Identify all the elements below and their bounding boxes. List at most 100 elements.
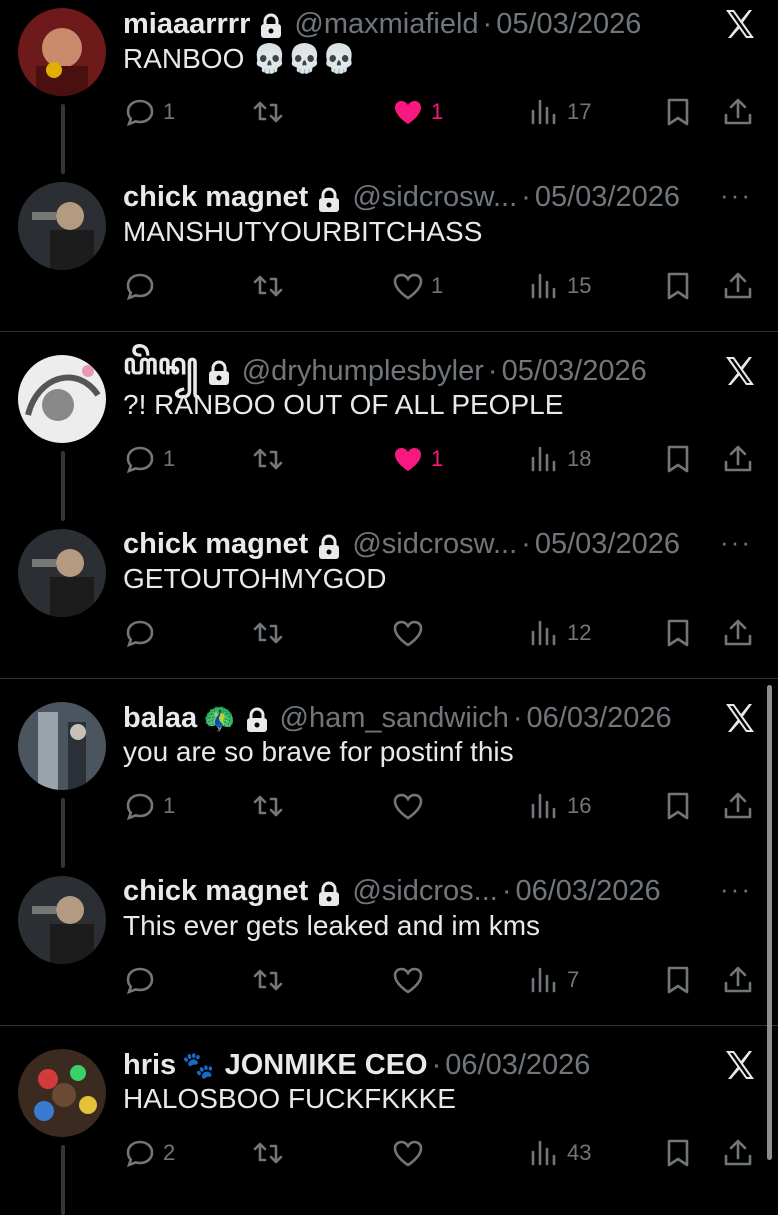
handle[interactable]: @sidcros...	[352, 875, 497, 908]
tweet[interactable]: chick magnet @sidcros... · 06/03/2026 ··…	[0, 868, 778, 1042]
share-button[interactable]	[721, 1133, 755, 1173]
heart-icon	[395, 448, 421, 471]
retweet-button[interactable]	[251, 613, 291, 653]
bookmark-button[interactable]	[661, 439, 695, 479]
scrollbar[interactable]	[767, 685, 772, 1160]
share-icon	[724, 966, 752, 992]
avatar[interactable]	[18, 528, 106, 617]
like-button[interactable]	[391, 613, 431, 653]
reply-button[interactable]	[123, 960, 163, 1000]
retweet-button[interactable]	[251, 960, 291, 1000]
like-count: 1	[431, 446, 444, 471]
views-button[interactable]: 17	[527, 92, 591, 132]
bookmark-button[interactable]	[661, 92, 695, 132]
avatar[interactable]	[18, 8, 106, 96]
retweet-button[interactable]	[251, 92, 291, 132]
handle[interactable]: @sidcrosw...	[352, 181, 517, 214]
x-logo-icon[interactable]	[722, 6, 758, 42]
more-icon[interactable]: ···	[720, 527, 752, 558]
retweet-button[interactable]	[251, 439, 291, 479]
views-count: 18	[567, 446, 592, 471]
avatar[interactable]	[18, 875, 106, 964]
tweet[interactable]: chick magnet @sidcrosw... · 05/03/2026 ·…	[0, 174, 778, 348]
tweet[interactable]: miaaarrrr @maxmiafield · 05/03/2026 RANB…	[0, 0, 778, 174]
handle[interactable]: @dryhumplesbyler	[242, 355, 484, 388]
retweet-button[interactable]	[251, 1133, 291, 1173]
bookmark-button[interactable]	[661, 960, 695, 1000]
views-button[interactable]: 43	[527, 1133, 591, 1173]
bookmark-button[interactable]	[661, 786, 695, 826]
retweet-button[interactable]	[251, 266, 291, 306]
avatar[interactable]	[18, 181, 106, 270]
share-button[interactable]	[721, 92, 755, 132]
share-button[interactable]	[721, 266, 755, 306]
lock-icon	[246, 707, 268, 733]
timestamp[interactable]: 05/03/2026	[535, 181, 680, 214]
avatar[interactable]	[18, 355, 106, 443]
views-button[interactable]: 15	[527, 266, 591, 306]
heart-icon	[393, 967, 423, 994]
timestamp[interactable]: 05/03/2026	[502, 355, 647, 388]
display-name[interactable]: chick magnet	[123, 528, 308, 561]
like-button[interactable]: 1	[391, 266, 443, 306]
display-name[interactable]: balaa	[123, 702, 197, 735]
reply-button[interactable]: 1	[123, 92, 175, 132]
reply-button[interactable]: 2	[123, 1133, 175, 1173]
share-button[interactable]	[721, 439, 755, 479]
display-name[interactable]: miaaarrrr	[123, 8, 250, 41]
tweet-header: miaaarrrr @maxmiafield · 05/03/2026	[123, 6, 718, 42]
display-name[interactable]: hris	[123, 1049, 176, 1082]
bookmark-button[interactable]	[661, 613, 695, 653]
views-button[interactable]: 12	[527, 613, 591, 653]
tweet-header: hris 🐾 JONMIKE CEO · 06/03/2026	[123, 1047, 718, 1083]
x-logo-icon[interactable]	[722, 700, 758, 736]
tweet[interactable]: balaa 🦚 @ham_sandwiich · 06/03/2026 you …	[0, 694, 778, 868]
bookmark-button[interactable]	[661, 1133, 695, 1173]
more-icon[interactable]: ···	[720, 874, 752, 905]
handle[interactable]: @sidcrosw...	[352, 528, 517, 561]
reply-button[interactable]	[123, 266, 163, 306]
share-button[interactable]	[721, 960, 755, 1000]
reply-button[interactable]: 1	[123, 786, 175, 826]
timestamp[interactable]: 06/03/2026	[515, 875, 660, 908]
share-button[interactable]	[721, 786, 755, 826]
more-icon[interactable]: ···	[720, 180, 752, 211]
share-button[interactable]	[721, 613, 755, 653]
timestamp[interactable]: 05/03/2026	[496, 8, 641, 41]
lock-icon	[318, 534, 340, 560]
avatar[interactable]	[18, 1049, 106, 1137]
views-icon	[531, 1140, 556, 1166]
like-button[interactable]	[391, 786, 431, 826]
display-name[interactable]: chick magnet	[123, 875, 308, 908]
timestamp[interactable]: 05/03/2026	[535, 528, 680, 561]
tweet[interactable]: chick magnet @sidcrosw... · 05/03/2026 ·…	[0, 521, 778, 695]
like-button[interactable]: 1	[391, 92, 443, 132]
like-button[interactable]	[391, 1133, 431, 1173]
bookmark-icon	[667, 272, 689, 299]
tweet-header: ꦲꦼꦤ꧀ @dryhumplesbyler · 05/03/2026	[123, 349, 718, 389]
tweet[interactable]: ꦲꦼꦤ꧀ @dryhumplesbyler · 05/03/2026 ?! RA…	[0, 347, 778, 521]
like-button[interactable]: 1	[391, 439, 443, 479]
timestamp[interactable]: 06/03/2026	[445, 1049, 590, 1082]
x-logo-icon[interactable]	[722, 1047, 758, 1083]
views-button[interactable]: 18	[527, 439, 591, 479]
like-count: 1	[431, 272, 444, 298]
handle[interactable]: @ham_sandwiich	[280, 702, 509, 735]
timestamp[interactable]: 06/03/2026	[527, 702, 672, 735]
paw-emoji: 🐾	[182, 1049, 215, 1080]
views-button[interactable]: 16	[527, 786, 591, 826]
reply-button[interactable]: 1	[123, 439, 175, 479]
display-name[interactable]: chick magnet	[123, 181, 308, 214]
like-button[interactable]	[391, 960, 431, 1000]
bookmark-button[interactable]	[661, 266, 695, 306]
avatar[interactable]	[18, 702, 106, 790]
reply-button[interactable]	[123, 613, 163, 653]
retweet-button[interactable]	[251, 786, 291, 826]
retweet-icon	[253, 969, 283, 990]
tweet[interactable]: hris 🐾 JONMIKE CEO · 06/03/2026 HALOSBOO…	[0, 1041, 778, 1215]
views-button[interactable]: 7	[527, 960, 579, 1000]
retweet-icon	[253, 795, 283, 817]
handle[interactable]: @maxmiafield	[294, 8, 478, 41]
x-logo-icon[interactable]	[722, 353, 758, 389]
handle[interactable]: JONMIKE CEO	[225, 1049, 428, 1082]
